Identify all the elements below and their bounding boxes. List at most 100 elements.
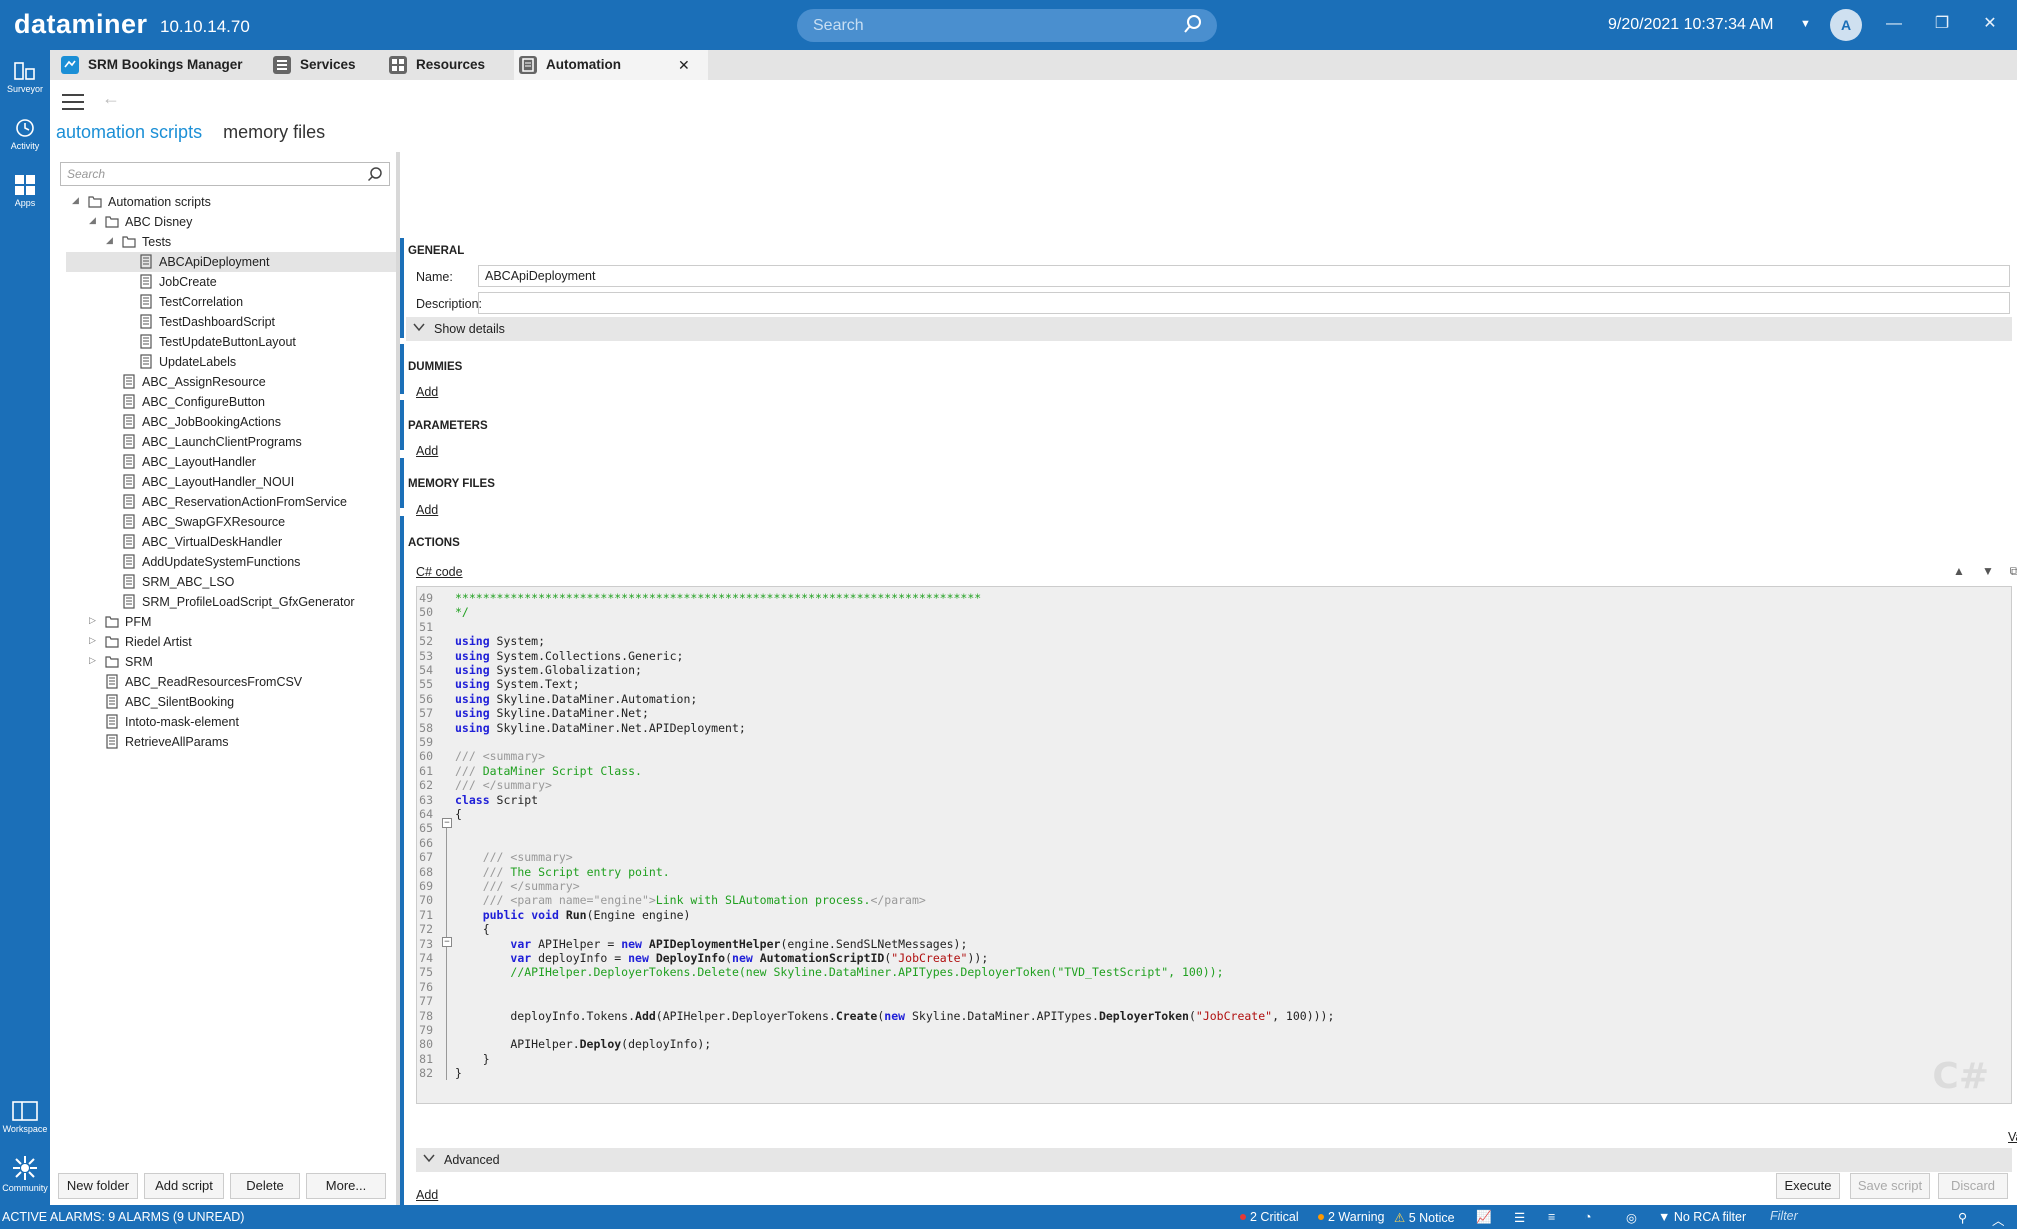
folder-icon (105, 216, 119, 228)
add-action-link[interactable]: Add (416, 1188, 438, 1202)
rail-apps[interactable]: Apps (0, 174, 50, 208)
tree-script[interactable]: Intoto-mask-element (66, 712, 396, 732)
rail-activity[interactable]: Activity (0, 117, 50, 151)
tree-expander-icon[interactable]: ▷ (89, 615, 99, 626)
tree-script[interactable]: RetrieveAllParams (66, 732, 396, 752)
tree-node-label: ABC_SwapGFXResource (142, 515, 286, 529)
active-alarms-summary[interactable]: ACTIVE ALARMS: 9 ALARMS (9 UNREAD) (2, 1210, 244, 1224)
tree-script[interactable]: ABCApiDeployment (66, 252, 396, 272)
tree-search-input[interactable]: Search (60, 162, 390, 186)
tree-script[interactable]: SRM_ABC_LSO (66, 572, 396, 592)
tree-script[interactable]: JobCreate (66, 272, 396, 292)
tree-script[interactable]: TestUpdateButtonLayout (66, 332, 396, 352)
tree-expander-icon[interactable]: ◢ (72, 195, 82, 206)
copy-icon[interactable]: ⧉ (2005, 564, 2017, 582)
tree-script[interactable]: ABC_JobBookingActions (66, 412, 396, 432)
tree-script[interactable]: SRM_ProfileLoadScript_GfxGenerator (66, 592, 396, 612)
folder-icon (122, 236, 136, 248)
more-button[interactable]: More... (306, 1173, 386, 1199)
tree-script[interactable]: TestCorrelation (66, 292, 396, 312)
list-view-icon[interactable]: ☰ (1514, 1210, 1525, 1225)
line-number: 60 (419, 749, 433, 764)
execute-button[interactable]: Execute (1776, 1173, 1840, 1199)
warning-count[interactable]: 2 Warning (1318, 1210, 1385, 1224)
new-folder-button[interactable]: New folder (58, 1173, 138, 1199)
tab-automation[interactable]: Automation ✕ (514, 50, 708, 80)
notice-count[interactable]: ⚠ 5 Notice (1394, 1210, 1455, 1225)
tree-script[interactable]: ABC_ReservationActionFromService (66, 492, 396, 512)
add-parameter-link[interactable]: Add (416, 444, 438, 458)
focus-icon[interactable]: ◎ (1626, 1210, 1637, 1225)
tree-script[interactable]: ABC_SilentBooking (66, 692, 396, 712)
tree-script[interactable]: UpdateLabels (66, 352, 396, 372)
hamburger-menu-icon[interactable] (62, 94, 84, 115)
show-details-expander[interactable]: Show details (406, 317, 2012, 341)
save-script-button[interactable]: Save script (1850, 1173, 1930, 1199)
tree-script[interactable]: ABC_ConfigureButton (66, 392, 396, 412)
tab-resources[interactable]: Resources (388, 50, 508, 80)
tab-srm-bookings-manager[interactable]: SRM Bookings Manager (60, 50, 260, 80)
tree-expander-icon[interactable]: ▷ (89, 655, 99, 666)
tree-script[interactable]: ABC_LaunchClientPrograms (66, 432, 396, 452)
tree-folder[interactable]: ▷ Riedel Artist (66, 632, 396, 652)
code-action-title[interactable]: C# code (416, 565, 463, 579)
name-input[interactable]: ABCApiDeployment (478, 265, 2010, 287)
tree-script[interactable]: AddUpdateSystemFunctions (66, 552, 396, 572)
tree-folder[interactable]: ▷ SRM (66, 652, 396, 672)
nav-automation-scripts[interactable]: automation scripts (56, 122, 202, 142)
description-input[interactable] (478, 292, 2010, 314)
search-icon[interactable]: ⚲ (1958, 1210, 1967, 1225)
delete-button[interactable]: Delete (230, 1173, 300, 1199)
pie-chart-icon[interactable]: ◔ (1584, 1210, 1592, 1224)
expand-up-icon[interactable]: ︿ (1992, 1210, 2005, 1229)
tree-expander-icon[interactable]: ◢ (89, 215, 99, 226)
sort-icon[interactable]: ≡ (1548, 1210, 1555, 1224)
move-up-icon[interactable]: ▲ (1950, 564, 1968, 582)
tree-script[interactable]: TestDashboardScript (66, 312, 396, 332)
rail-community[interactable]: Community (0, 1155, 50, 1193)
tree-script[interactable]: ABC_LayoutHandler (66, 452, 396, 472)
search-icon[interactable] (1183, 14, 1203, 34)
general-section-title: GENERAL (408, 245, 465, 257)
rca-filter[interactable]: ▼ No RCA filter (1658, 1210, 1746, 1224)
code-editor[interactable]: − − 49 **********************************… (416, 586, 2012, 1104)
trend-icon[interactable]: 📈 (1476, 1210, 1492, 1225)
rail-workspace[interactable]: Workspace (0, 1100, 50, 1134)
global-search-input[interactable]: Search (797, 9, 1217, 42)
user-avatar[interactable]: A (1830, 9, 1862, 41)
tree-node-label: TestDashboardScript (159, 315, 276, 329)
tree-script[interactable]: ABC_LayoutHandler_NOUI (66, 472, 396, 492)
services-app-icon (273, 56, 291, 74)
move-down-icon[interactable]: ▼ (1979, 564, 1997, 582)
advanced-expander[interactable]: Advanced (416, 1148, 2012, 1172)
alarm-filter-input[interactable]: Filter (1764, 1207, 1964, 1227)
add-memory-file-link[interactable]: Add (416, 503, 438, 517)
datetime-dropdown-icon[interactable]: ▼ (1800, 18, 1811, 30)
tree-folder[interactable]: ▷ PFM (66, 612, 396, 632)
tree-expander-icon[interactable]: ◢ (106, 235, 116, 246)
search-icon[interactable] (367, 166, 383, 182)
tab-close-icon[interactable]: ✕ (678, 57, 690, 74)
tree-script[interactable]: ABC_SwapGFXResource (66, 512, 396, 532)
add-dummy-link[interactable]: Add (416, 385, 438, 399)
tree-script[interactable]: ABC_AssignResource (66, 372, 396, 392)
discard-button[interactable]: Discard (1938, 1173, 2008, 1199)
tree-folder[interactable]: ◢ Tests (66, 232, 396, 252)
tab-services[interactable]: Services (272, 50, 382, 80)
tree-script[interactable]: ABC_VirtualDeskHandler (66, 532, 396, 552)
close-window-icon[interactable]: ✕ (1978, 12, 2002, 36)
tree-expander-icon[interactable]: ▷ (89, 635, 99, 646)
tree-node-label: ABC_LayoutHandler (142, 455, 256, 469)
restore-icon[interactable]: ❐ (1930, 12, 1954, 36)
nav-memory-files[interactable]: memory files (223, 122, 325, 142)
add-script-button[interactable]: Add script (144, 1173, 224, 1199)
minimize-icon[interactable]: — (1882, 12, 1906, 36)
code-text: public void Run(Engine engine) (482, 907, 691, 922)
tree-folder[interactable]: ◢ Automation scripts (66, 192, 396, 212)
critical-count[interactable]: 2 Critical (1240, 1210, 1299, 1224)
tree-folder[interactable]: ◢ ABC Disney (66, 212, 396, 232)
tree-script[interactable]: ABC_ReadResourcesFromCSV (66, 672, 396, 692)
validate-link[interactable]: Validate (2008, 1130, 2017, 1144)
rail-surveyor[interactable]: Surveyor (0, 60, 50, 94)
back-arrow-icon[interactable]: ← (102, 88, 120, 109)
